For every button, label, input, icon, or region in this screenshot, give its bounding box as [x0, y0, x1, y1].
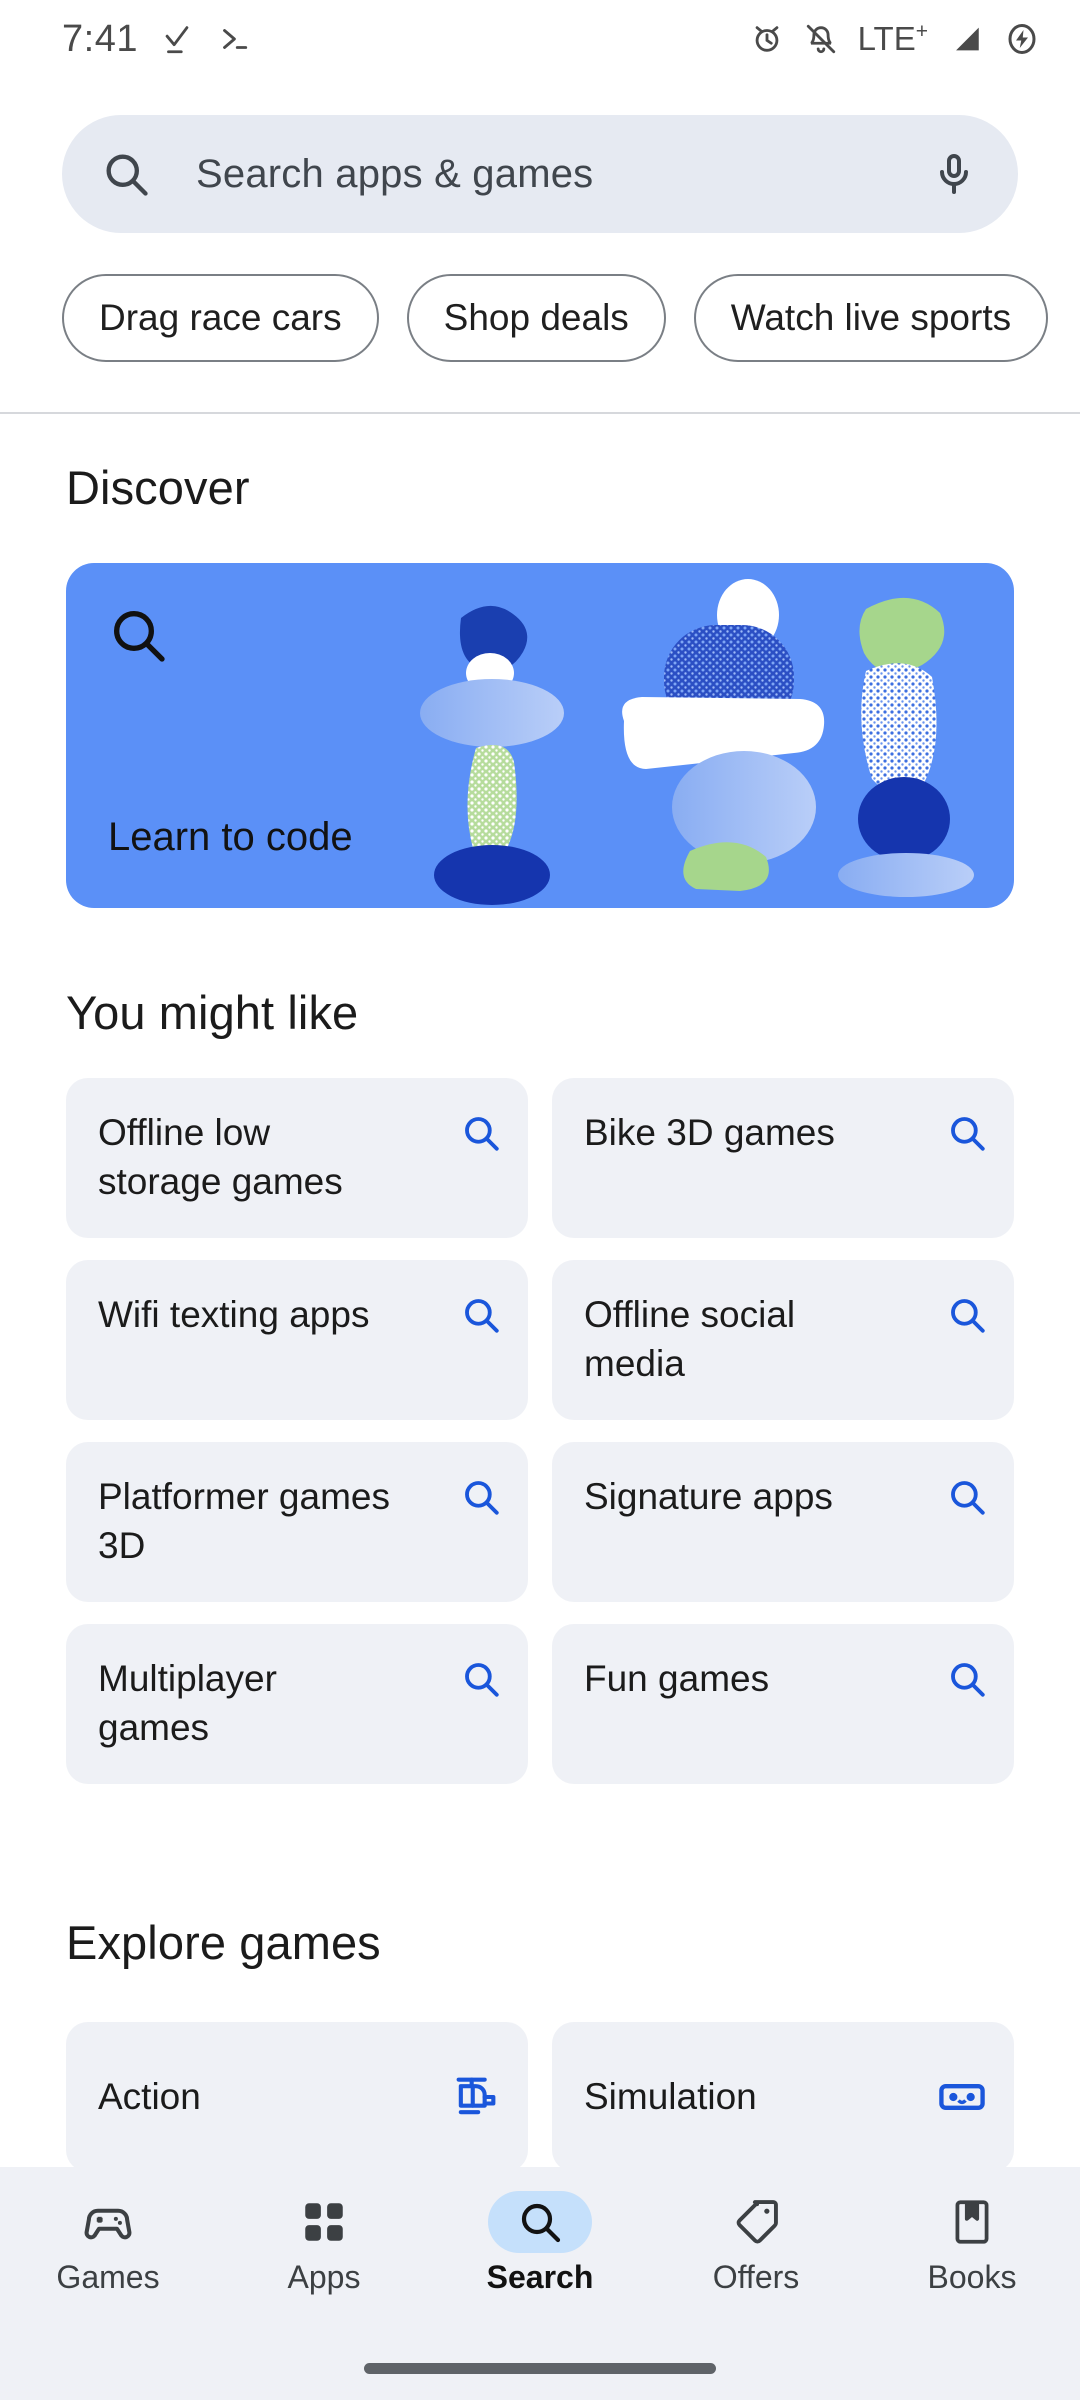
nav-label: Search — [486, 2259, 594, 2295]
suggestion-label: Multiplayer games — [98, 1658, 277, 1749]
you-might-like-grid: Offline low storage games Bike 3D games … — [66, 1078, 1014, 1784]
search-icon[interactable] — [460, 1112, 502, 1154]
vr-goggles-icon — [936, 2071, 988, 2123]
suggestion-card[interactable]: Platformer games 3D — [66, 1442, 528, 1602]
suggestion-card[interactable]: Offline low storage games — [66, 1078, 528, 1238]
book-icon — [920, 2191, 1024, 2253]
suggestion-label: Wifi texting apps — [98, 1294, 370, 1335]
battery-charging-icon — [1004, 21, 1040, 57]
search-icon — [100, 148, 152, 200]
banner-illustration — [420, 579, 974, 905]
suggestion-card[interactable]: Multiplayer games — [66, 1624, 528, 1784]
nav-item-apps[interactable]: Apps — [216, 2191, 432, 2296]
helicopter-icon — [450, 2071, 502, 2123]
notifications-muted-icon — [804, 22, 838, 56]
search-icon[interactable] — [946, 1658, 988, 1700]
suggestion-chip-row[interactable]: Drag race cars Shop deals Watch live spo… — [62, 268, 1080, 368]
nav-item-offers[interactable]: Offers — [648, 2191, 864, 2296]
suggestion-label: Offline social media — [584, 1294, 796, 1385]
suggestion-label: Offline low storage games — [98, 1112, 343, 1203]
suggestion-label: Platformer games 3D — [98, 1476, 390, 1567]
chip-watch-live-sports[interactable]: Watch live sports — [693, 274, 1049, 362]
suggestion-card[interactable]: Fun games — [552, 1624, 1014, 1784]
suggestion-card[interactable]: Signature apps — [552, 1442, 1014, 1602]
suggestion-card[interactable]: Wifi texting apps — [66, 1260, 528, 1420]
suggestion-label: Fun games — [584, 1658, 770, 1699]
category-label: Simulation — [584, 2076, 757, 2117]
banner-label: Learn to code — [108, 815, 353, 859]
microphone-icon[interactable] — [930, 150, 978, 198]
play-store-search-screen: 7:41 LTE+ Search apps & games Drag race … — [0, 0, 1080, 2400]
search-icon — [106, 603, 170, 667]
download-check-icon — [160, 22, 194, 56]
category-card-simulation[interactable]: Simulation — [552, 2022, 1014, 2172]
discover-heading: Discover — [66, 461, 250, 514]
category-card-action[interactable]: Action — [66, 2022, 528, 2172]
tag-icon — [704, 2191, 808, 2253]
nav-label: Games — [56, 2259, 160, 2295]
status-time: 7:41 — [62, 17, 138, 60]
search-icon — [488, 2191, 592, 2253]
nav-label: Apps — [287, 2259, 361, 2295]
nav-label: Offers — [712, 2259, 800, 2295]
nav-item-books[interactable]: Books — [864, 2191, 1080, 2296]
suggestion-label: Signature apps — [584, 1476, 833, 1517]
header-divider — [0, 412, 1080, 414]
signal-icon — [948, 22, 984, 56]
nav-label: Books — [927, 2259, 1017, 2295]
status-bar-left: 7:41 — [62, 18, 250, 61]
home-indicator[interactable] — [364, 2363, 716, 2374]
search-icon[interactable] — [460, 1476, 502, 1518]
suggestion-card[interactable]: Offline social media — [552, 1260, 1014, 1420]
search-icon[interactable] — [460, 1294, 502, 1336]
explore-games-grid: Action Simulation — [66, 2022, 1014, 2172]
suggestion-label: Bike 3D games — [584, 1112, 835, 1153]
status-bar: 7:41 LTE+ — [0, 0, 1080, 78]
chip-drag-race-cars[interactable]: Drag race cars — [62, 274, 379, 362]
status-bar-right: LTE+ — [750, 20, 1040, 58]
search-icon[interactable] — [946, 1476, 988, 1518]
nav-item-search[interactable]: Search — [432, 2191, 648, 2296]
search-icon[interactable] — [946, 1112, 988, 1154]
network-type-label: LTE+ — [857, 20, 928, 57]
nav-item-games[interactable]: Games — [0, 2191, 216, 2296]
chip-shop-deals[interactable]: Shop deals — [406, 274, 666, 362]
suggestion-card[interactable]: Bike 3D games — [552, 1078, 1014, 1238]
you-might-like-heading: You might like — [66, 986, 359, 1039]
gamepad-icon — [56, 2191, 160, 2253]
chip-label: Shop deals — [443, 297, 629, 338]
alarm-icon — [750, 22, 784, 56]
chip-label: Watch live sports — [730, 297, 1012, 338]
chip-label: Drag race cars — [99, 297, 342, 338]
category-label: Action — [98, 2076, 201, 2117]
search-bar[interactable]: Search apps & games — [62, 115, 1018, 233]
terminal-prompt-icon — [216, 22, 250, 56]
grid-apps-icon — [272, 2191, 376, 2253]
search-input-placeholder[interactable]: Search apps & games — [196, 152, 930, 197]
search-icon[interactable] — [946, 1294, 988, 1336]
search-icon[interactable] — [460, 1658, 502, 1700]
discover-banner-learn-to-code[interactable]: Learn to code — [66, 563, 1014, 908]
explore-games-heading: Explore games — [66, 1916, 381, 1969]
